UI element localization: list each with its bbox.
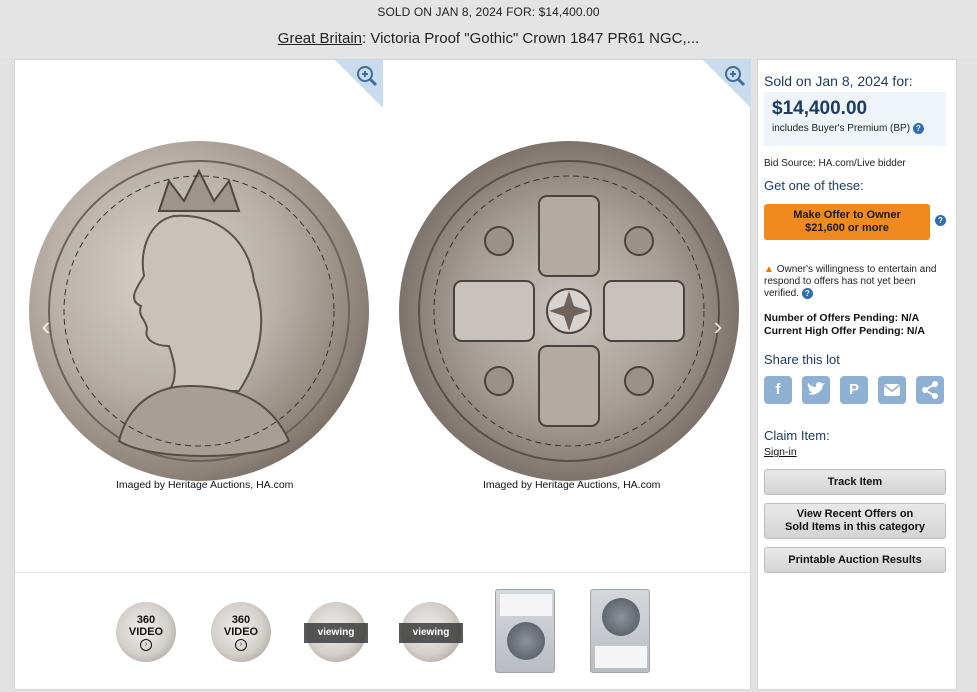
thumbnail-slab-back[interactable]: [590, 589, 650, 673]
sold-heading: Sold on Jan 8, 2024 for:: [764, 73, 913, 89]
lot-title: Great Britain: Victoria Proof "Gothic" C…: [0, 30, 977, 47]
chevron-right-icon[interactable]: ›: [707, 308, 729, 344]
sold-summary: SOLD ON JAN 8, 2024 FOR: $14,400.00: [377, 5, 600, 19]
sold-price: $14,400.00: [772, 98, 868, 119]
zoom-in-icon: [725, 66, 746, 87]
twitter-bird-glyph: [807, 382, 825, 395]
help-icon[interactable]: ?: [801, 288, 813, 299]
facebook-icon[interactable]: f: [764, 376, 792, 404]
video-label: 360 VIDEO: [128, 614, 164, 638]
current-high-offer: Current High Offer Pending: N/A: [764, 325, 925, 337]
top-banner: SOLD ON JAN 8, 2024 FOR: $14,400.00 Grea…: [0, 0, 977, 58]
slab-label: [595, 646, 647, 668]
printable-results-button[interactable]: Printable Auction Results: [764, 547, 946, 573]
zoom-reverse-button[interactable]: [703, 60, 751, 108]
help-icon[interactable]: ?: [912, 123, 924, 134]
image-panel: ‹ › Imaged by Heritage Auctions, HA.com …: [14, 59, 752, 691]
slab-label: [500, 594, 552, 616]
obverse-artwork: [48, 160, 350, 462]
slab-coin: [507, 622, 545, 660]
share-heading: Share this lot: [764, 352, 840, 367]
viewing-label: viewing: [304, 623, 368, 643]
get-one-heading: Get one of these:: [764, 178, 864, 193]
price-box: $14,400.00 includes Buyer's Premium (BP)…: [764, 92, 946, 146]
make-offer-button[interactable]: Make Offer to Owner $21,600 or more: [764, 204, 930, 240]
share-icon[interactable]: [916, 376, 944, 404]
envelope-glyph: [883, 384, 901, 396]
thumbnail-360-video[interactable]: 360 VIDEO ›: [211, 602, 271, 662]
sign-in-link[interactable]: Sign-in: [764, 446, 797, 458]
email-icon[interactable]: [878, 376, 906, 404]
track-item-button[interactable]: Track Item: [764, 469, 946, 495]
video-label: 360 VIDEO: [223, 614, 259, 638]
viewing-label: viewing: [399, 623, 463, 643]
reverse-artwork: [418, 160, 720, 462]
thumbnail-viewing[interactable]: viewing: [304, 602, 368, 662]
lot-title-text: : Victoria Proof "Gothic" Crown 1847 PR6…: [362, 30, 700, 47]
share-nodes-glyph: [922, 381, 938, 399]
image-viewer: ‹ › Imaged by Heritage Auctions, HA.com …: [15, 60, 752, 572]
thumbnail-viewing[interactable]: viewing: [399, 602, 463, 662]
thumbnail-360-video[interactable]: 360 VIDEO ›: [116, 602, 176, 662]
offer-status: Number of Offers Pending: N/A Current Hi…: [764, 312, 925, 338]
zoom-in-icon: [357, 66, 378, 87]
thumbnail-slab-front[interactable]: [495, 589, 555, 673]
chevron-left-icon[interactable]: ‹: [35, 308, 57, 344]
play-icon: ›: [140, 639, 152, 651]
obverse-coin-image[interactable]: [29, 141, 369, 481]
warning-icon: ▲: [764, 264, 774, 275]
play-icon: ›: [235, 639, 247, 651]
help-icon[interactable]: ?: [935, 215, 946, 226]
lot-sidebar: Sold on Jan 8, 2024 for: $14,400.00 incl…: [757, 59, 957, 690]
obverse-caption: Imaged by Heritage Auctions, HA.com: [116, 479, 294, 491]
buyers-premium-note: includes Buyer's Premium (BP) ?: [772, 123, 924, 134]
offer-warning: ▲ Owner's willingness to entertain and r…: [764, 264, 937, 300]
twitter-icon[interactable]: [802, 376, 830, 404]
pending-offers: Number of Offers Pending: N/A: [764, 312, 920, 324]
reverse-caption: Imaged by Heritage Auctions, HA.com: [483, 479, 661, 491]
pinterest-icon[interactable]: P: [840, 376, 868, 404]
zoom-obverse-button[interactable]: [335, 60, 383, 108]
thumbnail-strip: 360 VIDEO › 360 VIDEO › viewing viewing: [15, 572, 752, 691]
reverse-coin-image[interactable]: [399, 141, 739, 481]
category-link[interactable]: Great Britain: [278, 30, 362, 47]
claim-heading: Claim Item:: [764, 428, 830, 443]
slab-coin: [602, 598, 640, 636]
view-recent-offers-button[interactable]: View Recent Offers on Sold Items in this …: [764, 503, 946, 539]
bid-source: Bid Source: HA.com/Live bidder: [764, 158, 906, 169]
